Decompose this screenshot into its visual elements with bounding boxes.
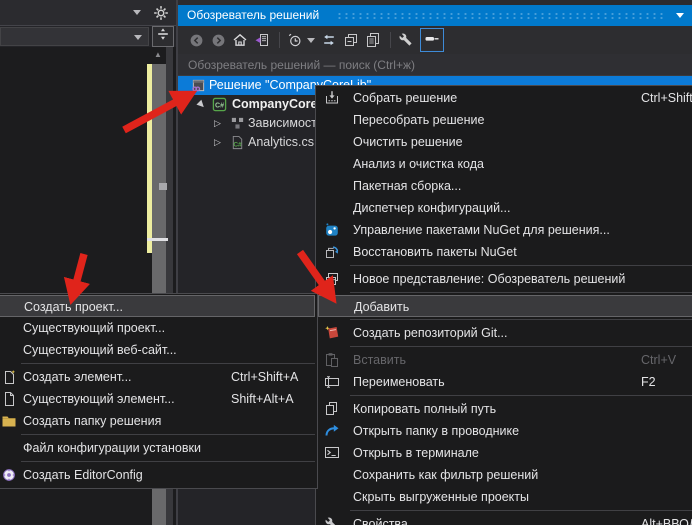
gear-icon[interactable] [153,5,169,21]
menu-item-open-in-terminal[interactable]: Открыть в терминале [316,442,692,464]
nuget-restore-icon [324,244,340,260]
menu-item-clean-solution[interactable]: Очистить решение [316,131,692,153]
menu-item-analyze-cleanup[interactable]: Анализ и очистка кода [316,153,692,175]
titlebar-drag-dots [336,12,666,20]
back-icon[interactable] [186,30,206,50]
submenu-item-existing-item[interactable]: Существующий элемент... Shift+Alt+A [0,388,317,410]
dependencies-icon [230,116,245,131]
tree-label: Зависимости [248,114,324,133]
new-item-icon [1,369,17,385]
pending-changes-caret-icon[interactable] [307,38,315,43]
copy-path-icon [324,401,340,417]
menu-item-add[interactable]: Добавить [318,295,692,317]
open-in-explorer-icon [324,423,340,439]
toolbar-separator [279,32,280,48]
properties-wrench-icon [324,516,340,525]
split-view-icon [156,27,170,46]
sync-with-active-document-icon[interactable] [319,30,339,50]
submenu-item-installer-config-file[interactable]: Файл конфигурации установки [0,437,317,459]
menu-item-batch-build[interactable]: Пакетная сборка... [316,175,692,197]
menu-separator [350,319,692,320]
vs-window: Обозреватель решений [0,0,692,525]
submenu-item-new-solution-folder[interactable]: Создать папку решения [0,410,317,432]
pending-changes-icon[interactable] [285,30,305,50]
menu-item-create-git-repo[interactable]: Создать репозиторий Git... [316,322,692,344]
solution-explorer-toolbar [178,26,692,54]
menu-item-configuration-manager[interactable]: Диспетчер конфигураций... [316,197,692,219]
existing-item-icon [1,391,17,407]
menu-item-hide-unloaded-projects[interactable]: Скрыть выгруженные проекты [316,486,692,508]
menu-item-build-solution[interactable]: Собрать решение Ctrl+Shift+B [316,87,692,109]
csharp-project-icon: C# [212,97,227,112]
menu-separator [350,265,692,266]
build-icon [324,90,340,106]
menu-item-rebuild-solution[interactable]: Пересобрать решение [316,109,692,131]
menu-item-save-as-solution-filter[interactable]: Сохранить как фильтр решений [316,464,692,486]
menu-separator [350,346,692,347]
paste-icon [324,352,340,368]
nuget-icon [324,222,340,238]
scrollbar-up-icon[interactable] [149,48,167,62]
show-all-files-icon[interactable] [363,30,383,50]
toolbar-separator [390,32,391,48]
rename-icon [324,374,340,390]
menu-separator [350,292,692,293]
menu-separator [350,510,692,511]
editor-context-combobox[interactable] [0,27,149,46]
menu-item-paste: Вставить Ctrl+V [316,349,692,371]
menu-separator [21,461,315,462]
svg-text:C#: C# [233,141,242,148]
forward-icon[interactable] [208,30,228,50]
expander-expanded-icon[interactable]: ▶ [192,95,210,113]
collapse-all-icon[interactable] [341,30,361,50]
svg-text:C#: C# [215,102,224,109]
new-solution-folder-icon [1,413,17,429]
solution-explorer-titlebar[interactable]: Обозреватель решений [178,5,692,26]
solution-context-menu: Собрать решение Ctrl+Shift+B Пересобрать… [315,85,692,525]
tree-label: Analytics.cs [248,133,314,152]
properties-wrench-icon[interactable] [396,30,416,50]
home-icon[interactable] [230,30,250,50]
submenu-item-existing-project[interactable]: Существующий проект... [0,317,317,339]
preview-selected-items-button[interactable] [420,28,444,52]
submenu-item-new-project[interactable]: Создать проект... [0,295,315,317]
menu-item-new-view[interactable]: Новое представление: Обозреватель решени… [316,268,692,290]
window-menu-caret-icon[interactable] [133,10,141,15]
menu-item-manage-nuget[interactable]: Управление пакетами NuGet для решения... [316,219,692,241]
add-submenu: Создать проект... Существующий проект...… [0,293,318,489]
expander-collapsed-icon[interactable]: ▷ [214,133,221,152]
menu-separator [21,434,315,435]
git-new-repo-icon [324,325,340,341]
menu-item-restore-nuget[interactable]: Восстановить пакеты NuGet [316,241,692,263]
terminal-icon [324,445,340,461]
menu-item-properties[interactable]: Свойства Alt+ВВОД [316,513,692,525]
submenu-item-existing-website[interactable]: Существующий веб-сайт... [0,339,317,361]
submenu-item-new-editorconfig[interactable]: Создать EditorConfig [0,464,317,486]
menu-item-copy-full-path[interactable]: Копировать полный путь [316,398,692,420]
editorconfig-icon [1,467,17,483]
menu-separator [350,395,692,396]
pane-title: Обозреватель решений [187,8,319,22]
new-view-icon [324,271,340,287]
csharp-file-icon: C# [230,135,245,150]
split-view-button[interactable] [152,26,174,47]
preview-selected-items-icon [424,30,440,51]
window-position-caret-icon[interactable] [676,13,684,18]
search-input[interactable] [178,54,692,75]
solution-explorer-search[interactable] [178,54,692,76]
tool-window-header [0,0,176,26]
menu-item-open-folder-in-explorer[interactable]: Открыть папку в проводнике [316,420,692,442]
submenu-item-new-item[interactable]: Создать элемент... Ctrl+Shift+A [0,366,317,388]
menu-item-rename[interactable]: Переименовать F2 [316,371,692,393]
expander-collapsed-icon[interactable]: ▷ [214,114,221,133]
scrollbar-annotation-mark [159,183,167,190]
combo-dropdown-caret-icon [134,35,142,40]
switch-views-icon[interactable] [252,30,272,50]
scrollbar-caret-marker [147,238,168,241]
menu-separator [21,363,315,364]
solution-icon [191,78,206,93]
